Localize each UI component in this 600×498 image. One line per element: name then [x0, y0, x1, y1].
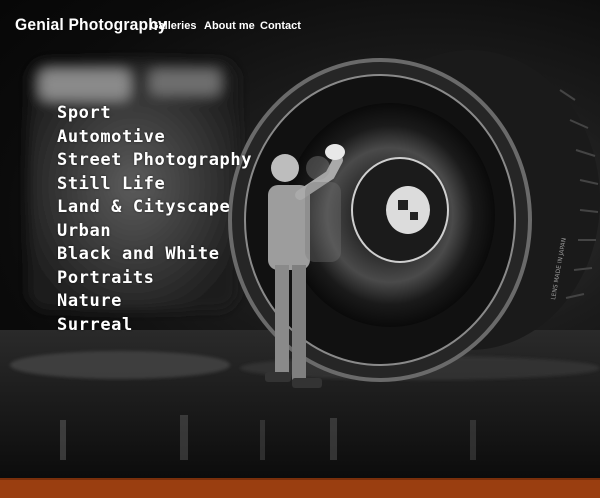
nav-contact[interactable]: Contact: [260, 20, 301, 32]
category-sport[interactable]: Sport: [57, 102, 252, 126]
nav-about-me[interactable]: About me: [204, 20, 255, 32]
category-still-life[interactable]: Still Life: [57, 173, 252, 197]
nav-galleries[interactable]: Galleries: [150, 20, 196, 32]
category-portraits[interactable]: Portraits: [57, 267, 252, 291]
category-surreal[interactable]: Surreal: [57, 314, 252, 338]
category-nature[interactable]: Nature: [57, 290, 252, 314]
category-black-and-white[interactable]: Black and White: [57, 243, 252, 267]
category-automotive[interactable]: Automotive: [57, 126, 252, 150]
footer-accent-bar: [0, 478, 600, 498]
brand-logo[interactable]: Genial Photography: [15, 15, 167, 35]
gallery-category-list: Sport Automotive Street Photography Stil…: [57, 102, 252, 337]
category-street-photography[interactable]: Street Photography: [57, 149, 252, 173]
category-urban[interactable]: Urban: [57, 220, 252, 244]
category-land-cityscape[interactable]: Land & Cityscape: [57, 196, 252, 220]
